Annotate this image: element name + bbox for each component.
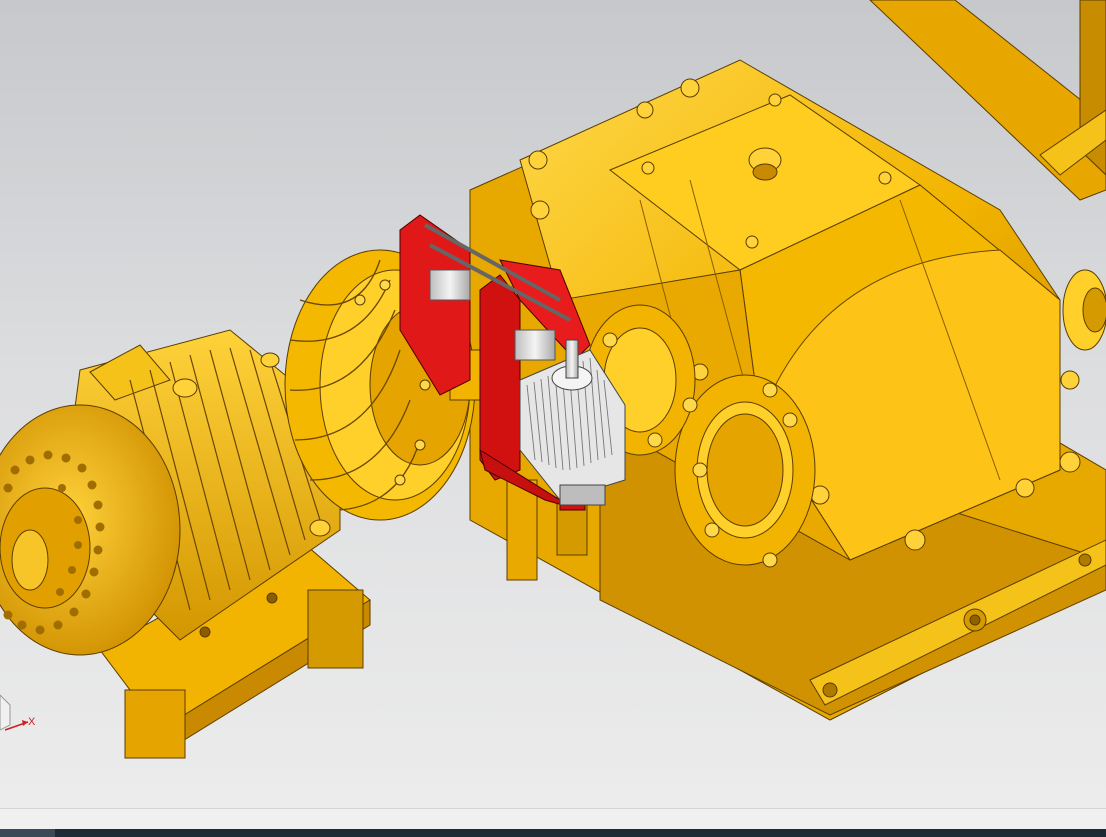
- view-triad-icon[interactable]: X: [0, 694, 36, 731]
- triad-x-label: X: [28, 716, 36, 728]
- start-button[interactable]: [0, 829, 55, 837]
- taskbar: [0, 829, 1106, 837]
- status-bar: [0, 808, 1106, 830]
- model-canvas[interactable]: X: [0, 0, 1106, 808]
- graphics-viewport[interactable]: X: [0, 0, 1106, 808]
